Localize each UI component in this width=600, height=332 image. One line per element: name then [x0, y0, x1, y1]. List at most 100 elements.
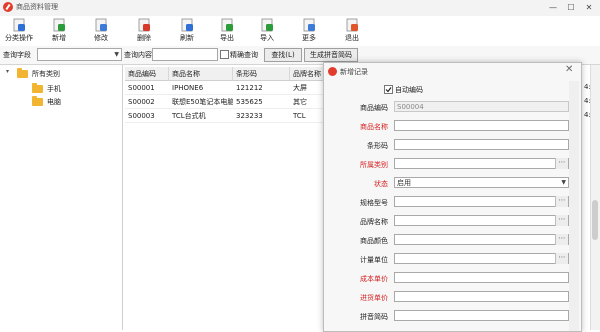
toolbar-label: 删除 — [137, 34, 151, 42]
search-field-label: 查询字段 — [3, 51, 31, 59]
app-logo-icon — [3, 2, 13, 12]
toolbar-button-refresh[interactable]: 刷新 — [172, 16, 202, 46]
toolbar-button-add[interactable]: 新增 — [44, 16, 74, 46]
field-label: 商品编码 — [360, 104, 388, 112]
field-value: 启用 — [397, 179, 411, 187]
toolbar-label: 导出 — [220, 34, 234, 42]
field-label: 商品颜色 — [360, 237, 388, 245]
add-icon — [53, 18, 65, 32]
toolbar-button-import[interactable]: 导入 — [252, 16, 282, 46]
toolbar-label: 导入 — [260, 34, 274, 42]
ellipsis-icon[interactable]: ⋯ — [555, 215, 568, 226]
exact-search-label: 精确查询 — [230, 51, 258, 59]
field-input[interactable] — [394, 120, 569, 131]
field-label: 计量单位 — [360, 256, 388, 264]
table-cell[interactable]: S00002 — [125, 95, 169, 109]
chevron-down-icon: ▼ — [114, 51, 119, 58]
title-bar — [0, 0, 600, 17]
edit-icon — [95, 18, 107, 32]
table-cell[interactable]: 323233 — [233, 109, 290, 123]
table-cell[interactable]: IPHONE6 — [169, 81, 233, 95]
toolbar-label: 退出 — [345, 34, 359, 42]
search-content-input[interactable] — [152, 48, 218, 61]
dialog-scrollbar[interactable] — [569, 81, 579, 331]
delete-icon — [138, 18, 150, 32]
minimize-icon[interactable]: — — [545, 2, 561, 13]
folder-icon — [32, 83, 43, 93]
field-label: 商品名称 — [360, 123, 388, 131]
field-label: 所属类别 — [360, 161, 388, 169]
toolbar-label: 更多 — [302, 34, 316, 42]
tree-item-phone[interactable]: 手机 — [47, 84, 61, 94]
table-cell[interactable]: S00001 — [125, 81, 169, 95]
ellipsis-icon[interactable]: ⋯ — [555, 196, 568, 207]
table-cell[interactable]: 联想E50笔记本电脑 — [169, 95, 233, 109]
more-icon — [303, 18, 315, 32]
ellipsis-icon[interactable]: ⋯ — [555, 158, 568, 169]
field-label: 拼音简码 — [360, 313, 388, 321]
generate-pinyin-button[interactable]: 生成拼音简码 — [304, 48, 358, 62]
field-input[interactable]: ⋯ — [394, 215, 569, 226]
toolbar-button-exit[interactable]: 退出 — [337, 16, 367, 46]
field-label: 状态 — [374, 180, 388, 188]
maximize-icon[interactable]: ☐ — [563, 2, 579, 13]
field-label: 规格型号 — [360, 199, 388, 207]
field-input[interactable] — [394, 291, 569, 302]
chevron-down-icon[interactable]: ▼ — [561, 178, 566, 188]
ellipsis-icon[interactable]: ⋯ — [555, 253, 568, 264]
grid-scroll-thumb[interactable] — [592, 200, 598, 240]
table-cell[interactable]: 121212 — [233, 81, 290, 95]
table-cell[interactable]: 535625 — [233, 95, 290, 109]
import-icon — [261, 18, 273, 32]
folder-icon — [32, 96, 43, 106]
export-icon — [221, 18, 233, 32]
field-label: 成本单价 — [360, 275, 388, 283]
toolbar-button-edit[interactable]: 修改 — [86, 16, 116, 46]
field-label: 进货单价 — [360, 294, 388, 302]
field-value: S00004 — [397, 103, 424, 111]
toolbar-button-delete[interactable]: 删除 — [129, 16, 159, 46]
field-input[interactable]: ⋯ — [394, 158, 569, 169]
search-field-select[interactable]: ▼ — [37, 48, 122, 61]
new-record-dialog: 新增记录 ✕ 自动编码 商品编码 S00004 商品名称 条形码 所属类别 ⋯ 状态 启用 ▼ 规… — [323, 62, 582, 332]
field-input[interactable]: ⋯ — [394, 253, 569, 264]
close-icon[interactable]: ✕ — [565, 64, 573, 75]
toolbar-button-more[interactable]: 更多 — [294, 16, 324, 46]
folder-icon — [17, 68, 28, 78]
table-cell[interactable]: TCL台式机 — [169, 109, 233, 123]
column-header[interactable]: 商品编码 — [125, 67, 169, 81]
field-label: 品牌名称 — [360, 218, 388, 226]
toolbar-label: 修改 — [94, 34, 108, 42]
category-icon — [13, 18, 25, 32]
close-icon[interactable]: ✕ — [581, 2, 597, 13]
toolbar-label: 分类操作 — [5, 34, 33, 42]
column-header[interactable]: 条形码 — [233, 67, 290, 81]
grid-scrollbar[interactable] — [590, 65, 600, 330]
tree-item-computer[interactable]: 电脑 — [47, 97, 61, 107]
field-input[interactable]: 启用 ▼ — [394, 177, 569, 188]
window-title: 商品资料管理 — [16, 3, 58, 11]
toolbar-button-export[interactable]: 导出 — [212, 16, 242, 46]
toolbar-button-category[interactable]: 分类操作 — [4, 16, 34, 46]
exit-icon — [346, 18, 358, 32]
find-button[interactable]: 查找(L) — [264, 48, 302, 62]
field-input[interactable] — [394, 310, 569, 321]
category-tree — [0, 65, 123, 330]
tree-item-root[interactable]: 所有类别 — [32, 69, 60, 79]
column-header[interactable]: 商品名称 — [169, 67, 233, 81]
field-input[interactable] — [394, 139, 569, 150]
field-input: S00004 — [394, 101, 569, 112]
search-content-label: 查询内容 — [124, 51, 152, 59]
exact-search-checkbox[interactable] — [220, 50, 229, 59]
field-input[interactable] — [394, 272, 569, 283]
auto-code-label: 自动编码 — [395, 86, 423, 94]
ellipsis-icon[interactable]: ⋯ — [555, 234, 568, 245]
field-input[interactable]: ⋯ — [394, 196, 569, 207]
auto-code-checkbox[interactable] — [384, 85, 393, 94]
refresh-icon — [181, 18, 193, 32]
table-cell[interactable]: S00003 — [125, 109, 169, 123]
dialog-title: 新增记录 — [340, 68, 368, 76]
field-input[interactable]: ⋯ — [394, 234, 569, 245]
tree-collapse-icon[interactable]: ▾ — [6, 68, 9, 75]
toolbar-label: 新增 — [52, 34, 66, 42]
